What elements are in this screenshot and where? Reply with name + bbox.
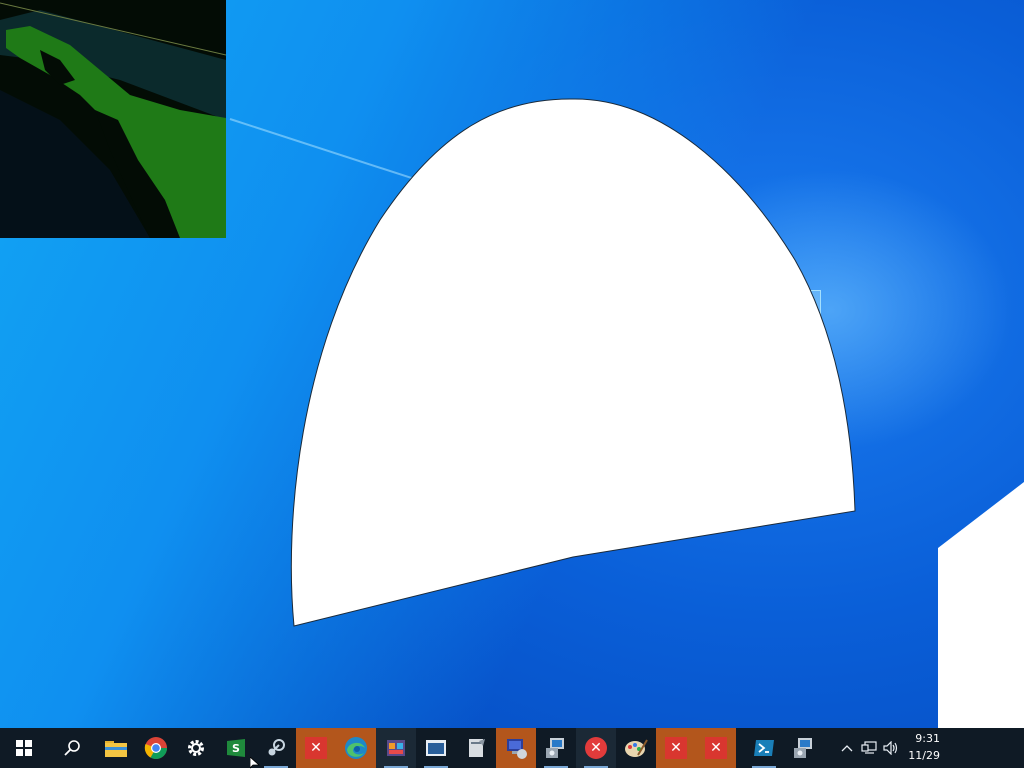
chrome-button[interactable] (136, 728, 176, 768)
window-icon (426, 740, 446, 756)
error-app-3-button[interactable]: ✕ (656, 728, 696, 768)
chevron-up-icon (841, 745, 853, 752)
paint-palette-icon (625, 739, 648, 757)
edge-icon (345, 737, 367, 759)
media-icon (387, 740, 405, 756)
error-icon: ✕ (705, 737, 727, 759)
error-app-1-button[interactable]: ✕ (296, 728, 336, 768)
installer-app-2-button[interactable] (784, 728, 824, 768)
start-button[interactable] (0, 728, 48, 768)
installer-icon (546, 738, 564, 758)
error-icon: ✕ (305, 737, 327, 759)
clock-time: 9:31 (915, 732, 940, 745)
green-s-icon: S (227, 739, 245, 757)
steam-icon (268, 739, 285, 756)
settings-button[interactable] (176, 728, 216, 768)
media-app-button[interactable] (376, 728, 416, 768)
installer-icon (794, 738, 812, 758)
error-app-4-button[interactable]: ✕ (696, 728, 736, 768)
volume-tray-button[interactable] (880, 728, 902, 768)
network-tray-button[interactable] (858, 728, 880, 768)
network-icon (861, 741, 877, 754)
error-icon: ✕ (585, 737, 607, 759)
taskbar-clock[interactable]: 9:31 11/29 (906, 730, 940, 766)
taskbar: S ✕ ✕ ✕ ✕ 9:31 11/29 (0, 728, 1024, 768)
search-icon (64, 740, 80, 756)
mouse-cursor-icon (250, 757, 261, 769)
paint-app-button[interactable] (616, 728, 656, 768)
show-hidden-icons-button[interactable] (836, 728, 858, 768)
volume-icon (883, 741, 898, 755)
folder-icon (105, 741, 127, 757)
clock-date: 11/29 (908, 749, 940, 762)
error-icon: ✕ (665, 737, 687, 759)
chrome-icon (144, 737, 167, 759)
file-explorer-button[interactable] (96, 728, 136, 768)
svg-text:S: S (232, 742, 240, 755)
installer-app-1-button[interactable] (536, 728, 576, 768)
search-button[interactable] (48, 728, 96, 768)
windows-logo-icon (16, 740, 32, 756)
document-app-button[interactable] (456, 728, 496, 768)
computer-icon (507, 739, 527, 759)
network-app-button[interactable] (496, 728, 536, 768)
desktop (0, 0, 1024, 728)
gear-icon (188, 740, 204, 756)
powershell-icon (754, 740, 774, 756)
white-corner-panel (938, 482, 1024, 768)
edge-button[interactable] (336, 728, 376, 768)
document-icon (469, 739, 485, 757)
system-tray (836, 728, 902, 768)
window-app-button[interactable] (416, 728, 456, 768)
steam-button[interactable] (256, 728, 296, 768)
error-app-2-button[interactable]: ✕ (576, 728, 616, 768)
powershell-button[interactable] (744, 728, 784, 768)
white-overlay-shape (290, 98, 856, 627)
